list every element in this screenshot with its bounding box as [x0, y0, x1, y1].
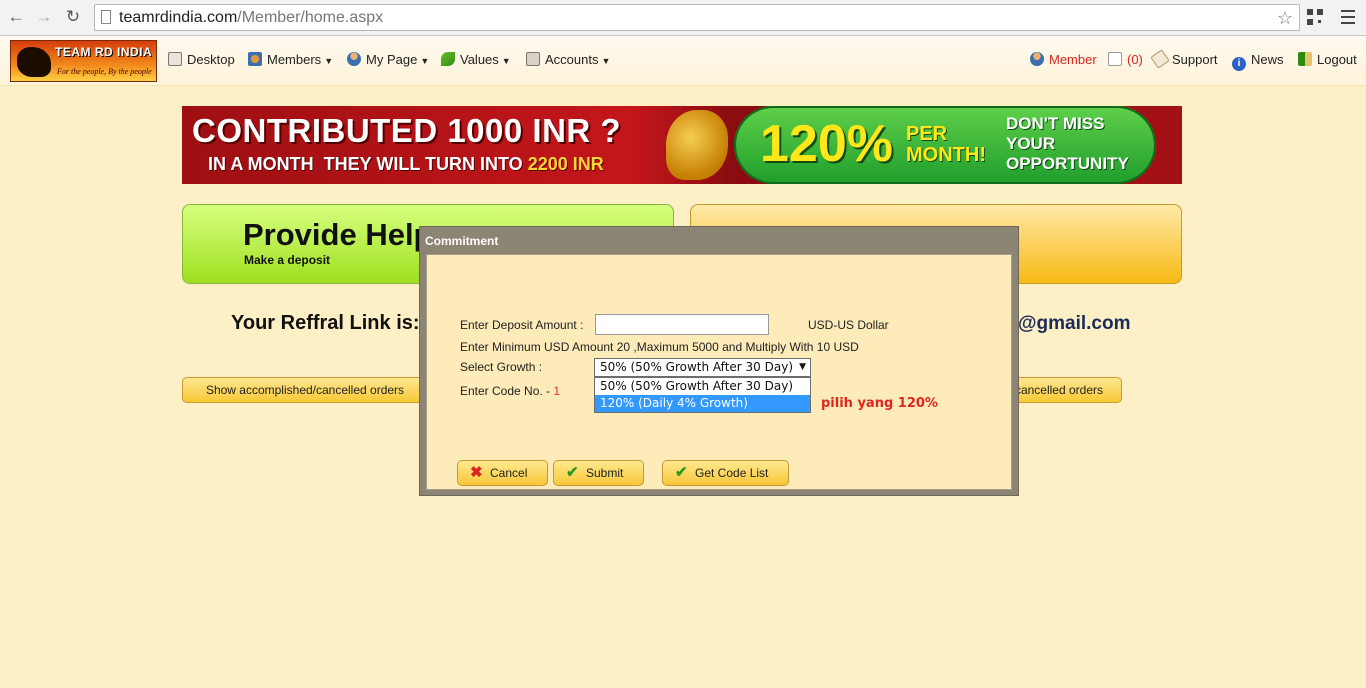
nav-desktop-label: Desktop [187, 52, 235, 67]
banner-cta: DON'T MISS YOUR OPPORTUNITY [1006, 114, 1129, 173]
site-logo[interactable]: TEAM RD INDIA For the people, By the peo… [10, 40, 157, 82]
banner-headline: CONTRIBUTED 1000 INR ? [192, 112, 622, 149]
nav-my-page-label: My Page [366, 52, 418, 67]
nav-my-page[interactable]: My Page ▼ [347, 51, 429, 69]
promo-banner[interactable]: CONTRIBUTED 1000 INR ? IN A MONTH THEY W… [182, 106, 1182, 184]
dragon-icon [666, 110, 728, 180]
referral-label: Your Reffral Link is: [231, 312, 420, 334]
deposit-amount-label: Enter Deposit Amount : [460, 318, 584, 332]
chevron-down-icon: ▼ [501, 56, 511, 66]
code-value: 1 [553, 384, 561, 398]
nav-member-label: Member [1049, 52, 1097, 67]
growth-option-120[interactable]: 120% (Daily 4% Growth) [595, 395, 810, 412]
submit-button[interactable]: ✔ Submit [553, 460, 644, 486]
nav-desktop[interactable]: Desktop [168, 51, 235, 69]
logo-tagline: For the people, By the people [57, 67, 152, 76]
chevron-down-icon: ▼ [324, 56, 334, 66]
growth-selected-value: 50% (50% Growth After 30 Day) [600, 360, 793, 374]
qr-code-icon[interactable] [1307, 9, 1323, 25]
nav-values-label: Values [460, 52, 499, 67]
chevron-down-icon: ▼ [420, 56, 430, 66]
banner-sub-amount: 2200 INR [527, 154, 604, 174]
nav-messages[interactable]: (0) [1108, 51, 1143, 69]
nav-news[interactable]: i News [1232, 51, 1284, 71]
code-label-text: Enter Code No. - [460, 384, 551, 398]
bookmark-star-icon[interactable]: ☆ [1277, 6, 1293, 31]
banner-per-month: PER MONTH! [906, 123, 986, 166]
growth-dropdown-list: 50% (50% Growth After 30 Day) 120% (Dail… [594, 377, 811, 413]
submit-button-label: Submit [586, 466, 624, 480]
nav-values[interactable]: Values ▼ [441, 51, 511, 69]
nav-logout-label: Logout [1317, 52, 1357, 67]
amount-rule-text: Enter Minimum USD Amount 20 ,Maximum 500… [460, 340, 859, 354]
tag-icon [1150, 49, 1170, 69]
show-orders-button[interactable]: Show accomplished/cancelled orders [182, 377, 428, 403]
currency-label: USD-US Dollar [808, 318, 889, 332]
banner-percent: 120% [760, 115, 893, 173]
banner-sub-2: THEY WILL TURN INTO [323, 154, 523, 174]
desktop-icon [168, 52, 182, 66]
nav-support-label: Support [1172, 52, 1218, 67]
nav-support[interactable]: Support [1150, 49, 1218, 69]
nav-accounts-label: Accounts [545, 52, 599, 67]
modal-title: Commitment [425, 234, 499, 248]
nav-members-label: Members [267, 52, 322, 67]
dropdown-arrow-icon: ▼ [799, 362, 806, 372]
info-icon: i [1232, 57, 1246, 71]
cancel-x-icon: ✖ [470, 464, 483, 481]
nav-news-label: News [1251, 52, 1284, 67]
back-icon[interactable]: ← [5, 6, 27, 28]
lion-logo-icon [17, 47, 51, 77]
accounts-icon [526, 52, 540, 66]
browser-menu-icon[interactable] [1341, 10, 1355, 24]
code-label: Enter Code No. - 1 [460, 384, 560, 398]
deposit-amount-input[interactable] [595, 314, 769, 335]
commitment-modal: Commitment Enter Deposit Amount : USD-US… [419, 226, 1019, 496]
checkmark-icon: ✔ [566, 464, 579, 481]
modal-body: Enter Deposit Amount : USD-US Dollar Ent… [426, 254, 1012, 490]
nav-accounts[interactable]: Accounts ▼ [526, 51, 610, 69]
url-host: teamrdindia.com [119, 9, 238, 26]
growth-select[interactable]: 50% (50% Growth After 30 Day) ▼ [594, 358, 811, 377]
referral-email: @gmail.com [1018, 313, 1131, 334]
browser-toolbar: ← → ↻ teamrdindia.com/Member/home.aspx ☆ [0, 0, 1366, 36]
cancel-button-label: Cancel [490, 466, 528, 480]
nav-members[interactable]: Members ▼ [248, 51, 333, 69]
get-code-list-button[interactable]: ✔ Get Code List [662, 460, 789, 486]
provide-help-title: Provide Help [243, 217, 433, 252]
nav-member[interactable]: Member [1030, 51, 1097, 69]
logout-icon [1298, 52, 1312, 66]
logo-title: TEAM RD INDIA [55, 45, 153, 59]
provide-help-subtitle: Make a deposit [244, 253, 331, 267]
user-icon [347, 52, 361, 66]
chevron-down-icon: ▼ [601, 56, 611, 66]
members-icon [248, 52, 262, 66]
reload-icon[interactable]: ↻ [62, 6, 84, 28]
butterfly-icon [441, 52, 455, 66]
member-icon [1030, 52, 1044, 66]
nav-messages-count: (0) [1127, 52, 1143, 67]
cancel-button[interactable]: ✖ Cancel [457, 460, 548, 486]
checkmark-icon: ✔ [675, 464, 688, 481]
growth-option-50[interactable]: 50% (50% Growth After 30 Day) [595, 378, 810, 395]
url-path: /Member/home.aspx [237, 9, 384, 26]
annotation-text: pilih yang 120% [821, 396, 938, 411]
forward-icon[interactable]: → [33, 6, 55, 28]
get-code-list-label: Get Code List [695, 466, 769, 480]
banner-subline: IN A MONTH THEY WILL TURN INTO 2200 INR [208, 154, 604, 175]
address-bar[interactable]: teamrdindia.com/Member/home.aspx ☆ [94, 4, 1300, 31]
banner-sub-1: IN A MONTH [208, 154, 314, 174]
page-icon [101, 10, 111, 24]
mail-icon [1108, 52, 1122, 66]
growth-label: Select Growth : [460, 360, 543, 374]
nav-logout[interactable]: Logout [1298, 51, 1357, 69]
